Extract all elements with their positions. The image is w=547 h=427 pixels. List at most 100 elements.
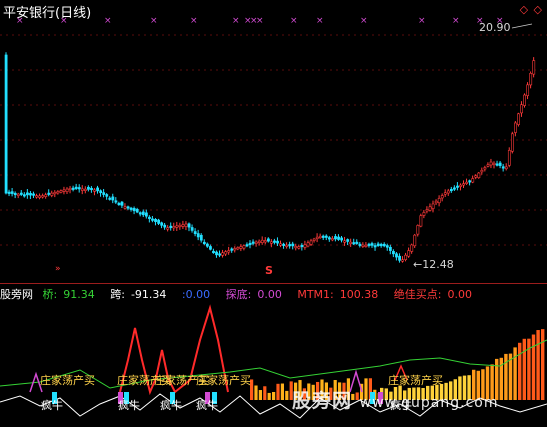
low-price-label: ←12.48 [413,258,454,271]
candle-body [340,237,344,241]
candle-body [318,235,322,239]
volume-bar [263,386,267,400]
candle-body [434,200,438,204]
candle-body [526,84,530,96]
candle-body [300,244,304,248]
candle-body [489,161,493,166]
candle-body [196,233,200,238]
candle-body [53,192,57,195]
bull-label: 疯牛 [118,399,140,412]
panel-divider[interactable] [0,283,547,284]
candle-body [154,219,157,222]
candle-body [507,150,511,166]
volume-bar [522,338,526,400]
sell-signal-s: S [265,264,273,277]
candle-body [74,186,78,189]
volume-bar [531,334,536,400]
candle-body [172,226,176,229]
candle-body [459,184,462,187]
candle-body [41,195,45,198]
signal-marker: × [360,16,368,26]
candle-body [50,192,54,196]
watermark-url: www.gupang.com [359,395,499,411]
candle-body [44,194,48,197]
candle-body [483,167,487,170]
candle-body [239,246,243,249]
candle-body [270,241,273,244]
candle-body [13,192,17,196]
candle-body [126,206,130,209]
candle-body [248,242,252,246]
candle-body [428,206,432,211]
candle-body [465,181,469,184]
candle-body [413,234,417,247]
candle-body [480,169,484,173]
candle-body [309,240,313,245]
candle-body [26,192,29,196]
candle-body [93,189,96,192]
candle-body [529,73,533,86]
candle-body [202,241,206,245]
candle-body [385,245,389,248]
candle-body [224,251,228,255]
candle-body [184,223,188,227]
candle-body [227,250,231,253]
volume-bar [280,383,284,400]
candle-body [288,244,292,247]
candle-body [514,122,517,133]
candle-body [510,133,514,152]
candle-body [206,243,209,247]
candle-body [132,208,136,212]
candle-body [166,227,170,230]
candle-body [440,195,444,199]
candle-body [523,94,527,106]
candle-body [7,191,11,194]
volume-bar [272,392,276,400]
candle-body [376,243,380,246]
candle-body [145,212,148,217]
signal-marker: × [452,16,460,26]
low-price-value: 12.48 [422,258,454,271]
candle-body [233,248,237,251]
candle-body [260,239,264,243]
candle-body [477,172,481,179]
candle-body [337,236,340,240]
candlestick-chart[interactable]: × × × × × × ××× × × × × × × × [0,0,547,283]
candle-body [193,231,197,235]
candle-body [87,186,90,190]
signal-marker: × [104,16,112,26]
candle-body [114,200,118,203]
candle-body [468,180,472,183]
candle-body [218,253,222,256]
candle-body [178,224,182,228]
candle-body [282,243,286,246]
signal-arrow-icon: » [55,264,61,274]
candle-body [117,202,121,206]
candle-body [138,212,142,215]
candle-body [187,223,191,228]
bull-label: 疯牛 [196,399,218,412]
signal-marker: × [316,16,324,26]
candle-body [358,243,362,246]
candle-body [263,240,267,243]
candle-body [230,248,234,251]
candle-body [303,244,307,248]
candle-body [297,246,301,249]
candle-body [22,194,26,197]
candle-body [388,246,392,251]
candle-body [498,162,502,166]
signal-marker: × [232,16,240,26]
candle-body [160,222,164,226]
candle-body [392,251,395,255]
candle-body [90,187,93,191]
candle-body [364,244,368,247]
candle-body [315,236,319,239]
volume-bar [258,390,262,400]
candle-body [102,192,106,195]
bull-label: 疯牛 [160,399,182,412]
candle-body [108,197,112,200]
candle-body [437,198,441,204]
candle-body [446,190,450,194]
candle-body [425,209,429,212]
candle-body [279,243,283,246]
